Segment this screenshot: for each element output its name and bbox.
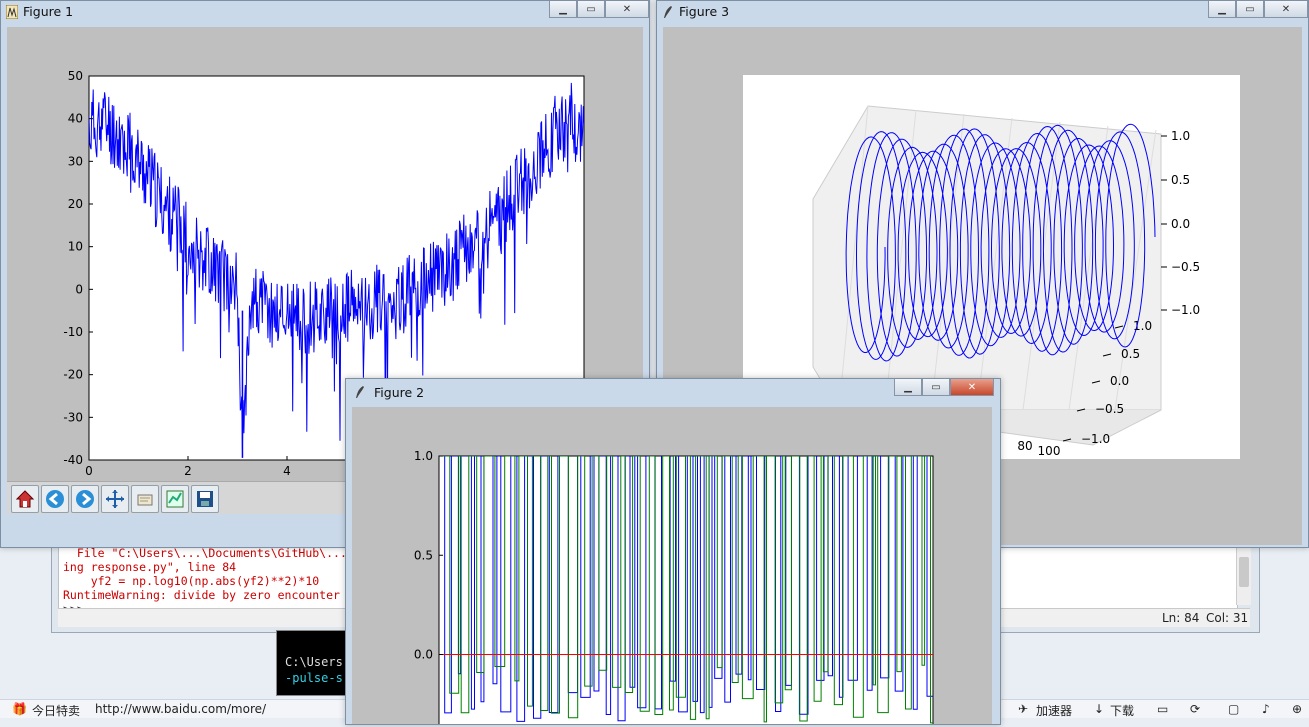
minimize-button[interactable]: ▁	[549, 1, 577, 18]
idle-line: ing response.py", line 84	[63, 560, 237, 574]
y-tick-label: -20	[63, 368, 83, 382]
window-controls: ▁ ▭ ✕	[1208, 1, 1308, 18]
volume-icon[interactable]: ♪	[1262, 702, 1270, 716]
window-title: Figure 2	[374, 385, 425, 400]
status-url: http://www.baidu.com/more/	[95, 702, 267, 716]
z-tick-label: 1.0	[1171, 129, 1190, 143]
y-tick-label: 1.0	[414, 449, 433, 463]
y-tick-label: 0.0	[414, 648, 433, 662]
page-icon[interactable]: ▢	[1228, 702, 1239, 716]
figure2-window[interactable]: Figure 2 ▁ ▭ ✕ 1.0 0.5 0.0	[345, 378, 1001, 727]
download-button[interactable]: 下载	[1110, 702, 1134, 719]
idle-scrollbar[interactable]	[1236, 543, 1251, 605]
window-controls: ▁ ▭ ✕	[894, 379, 994, 396]
accelerator-icon[interactable]: ✈	[1018, 702, 1028, 716]
console-line: C:\Users	[285, 655, 343, 669]
maximize-button[interactable]: ▭	[1236, 1, 1264, 18]
y-tick-label: −1.0	[1081, 432, 1110, 446]
layout-icon[interactable]: ▭	[1157, 702, 1168, 716]
z-tick-label: −1.0	[1171, 303, 1200, 317]
y-tick-label: 40	[68, 112, 83, 126]
close-button[interactable]: ✕	[605, 1, 649, 18]
y-tick-label: 0.0	[1110, 374, 1129, 388]
column-number: Col: 31	[1206, 611, 1249, 625]
zoom-icon[interactable]	[131, 485, 159, 513]
y-tick-label: −0.5	[1095, 402, 1124, 416]
save-icon[interactable]	[191, 485, 219, 513]
maximize-button[interactable]: ▭	[577, 1, 605, 18]
feather-icon	[664, 6, 672, 18]
idle-line: yf2 = np.log10(np.abs(yf2)**2)*10	[63, 574, 320, 588]
maximize-button[interactable]: ▭	[922, 379, 950, 396]
console-line: -pulse-s	[285, 671, 343, 685]
matplotlib-icon	[6, 5, 18, 19]
line-number: Ln: 84	[1162, 611, 1200, 625]
y-tick-label: 20	[68, 197, 83, 211]
accelerator-button[interactable]: 加速器	[1036, 702, 1072, 719]
y-tick-label: -40	[63, 453, 83, 467]
x-tick-label: 100	[1038, 444, 1061, 458]
y-tick-label: 0.5	[414, 548, 433, 562]
minimize-button[interactable]: ▁	[1208, 1, 1236, 18]
axis-pane	[812, 105, 1162, 411]
figure2-canvas[interactable]: 1.0 0.5 0.0	[352, 407, 992, 727]
home-icon[interactable]	[11, 485, 39, 513]
z-tick-label: −0.5	[1171, 260, 1200, 274]
minimize-button[interactable]: ▁	[894, 379, 922, 396]
forward-icon[interactable]	[71, 485, 99, 513]
configure-subplots-icon[interactable]	[161, 485, 189, 513]
idle-line: File "C:\Users\...\Documents\GitHub\...	[63, 546, 347, 560]
x-tick-label: 2	[184, 464, 192, 478]
figure2-plot[interactable]: 1.0 0.5 0.0	[352, 407, 992, 727]
y-tick-label: 30	[68, 154, 83, 168]
close-button[interactable]: ✕	[1264, 1, 1308, 18]
x-tick-label: 4	[283, 464, 291, 478]
y-tick-label: 0	[75, 282, 83, 296]
command-console[interactable]: C:\Users -pulse-s	[276, 630, 354, 696]
daily-deals-link[interactable]: 今日特卖	[32, 702, 80, 719]
download-icon[interactable]: ↓	[1094, 702, 1104, 716]
y-tick-label: -30	[63, 410, 83, 424]
y-tick-label: 0.5	[1121, 347, 1140, 361]
y-tick-label: 50	[68, 69, 83, 83]
refresh-icon[interactable]: ⟳	[1190, 702, 1200, 716]
feather-icon	[356, 386, 364, 398]
z-tick-label: 0.0	[1171, 217, 1190, 231]
scrollbar-thumb[interactable]	[1239, 557, 1249, 587]
gift-icon[interactable]: 🎁	[12, 702, 27, 716]
window-title: Figure 3	[679, 4, 730, 19]
back-icon[interactable]	[41, 485, 69, 513]
z-tick-label: 0.5	[1171, 173, 1190, 187]
idle-line: RuntimeWarning: divide by zero encounter	[63, 588, 340, 602]
close-button[interactable]: ✕	[950, 379, 994, 396]
y-tick-label: 10	[68, 240, 83, 254]
window-controls: ▁ ▭ ✕	[549, 1, 649, 18]
zoom-icon[interactable]: ⊕	[1292, 702, 1302, 716]
y-tick-label: -10	[63, 325, 83, 339]
pan-icon[interactable]	[101, 485, 129, 513]
window-title: Figure 1	[23, 4, 74, 19]
x-tick-label: 80	[1017, 439, 1032, 453]
x-tick-label: 0	[85, 464, 93, 478]
